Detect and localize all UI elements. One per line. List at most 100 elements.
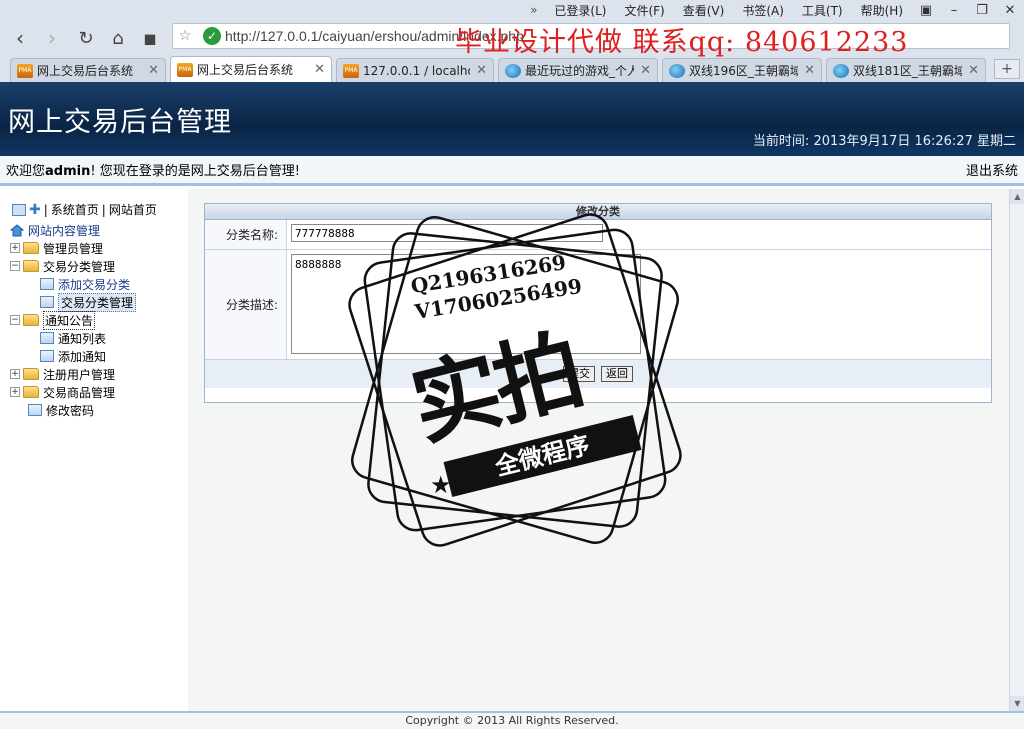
minimize-icon[interactable]: – xyxy=(940,3,968,18)
name-label: 分类名称: xyxy=(205,220,287,249)
menu-tools[interactable]: 工具(T) xyxy=(793,2,852,19)
welcome-prefix: 欢迎您 xyxy=(6,164,46,179)
star-icon[interactable]: ☆ xyxy=(173,28,197,44)
tab-1[interactable]: PMA 网上交易后台系统 ✕ xyxy=(10,58,166,82)
welcome-user: admin xyxy=(45,164,91,179)
folder-open-icon xyxy=(23,314,39,326)
tab-4[interactable]: 最近玩过的游戏_个人 ✕ xyxy=(498,58,658,82)
welcome-bar: 欢迎您admin! 您现在登录的是网上交易后台管理! 退出系统 xyxy=(0,156,1024,186)
menu-bookmarks[interactable]: 书签(A) xyxy=(733,2,793,19)
sidebar: ✚ | 系统首页 | 网站首页 网站内容管理 + 管理员管理 − 交易分类管理 … xyxy=(0,189,188,711)
tree-item-label: 修改密码 xyxy=(46,403,95,418)
close-window-icon[interactable]: ✕ xyxy=(996,3,1024,18)
menu-login[interactable]: 已登录(L) xyxy=(545,2,615,19)
tab-close-icon[interactable]: ✕ xyxy=(148,63,159,78)
pma-icon: PMA xyxy=(177,62,193,77)
bookmark-icon[interactable]: ◼ xyxy=(138,26,162,50)
welcome-suffix: ! 您现在登录的是网上交易后台管理! xyxy=(90,164,300,179)
scroll-down-icon[interactable]: ▼ xyxy=(1010,696,1024,711)
menu-file[interactable]: 文件(F) xyxy=(615,2,673,19)
tree-item-notice-list[interactable]: 通知列表 xyxy=(10,329,136,347)
tree-item-add-category[interactable]: 添加交易分类 xyxy=(10,275,136,293)
restore-icon[interactable]: ❐ xyxy=(968,3,996,18)
tab-close-icon[interactable]: ✕ xyxy=(968,63,979,78)
page-icon xyxy=(40,278,54,290)
tree-item-add-notice[interactable]: 添加通知 xyxy=(10,347,136,365)
tree-item-users[interactable]: + 注册用户管理 xyxy=(10,365,136,383)
minus-icon[interactable]: − xyxy=(10,315,20,325)
footer: Copyright © 2013 All Rights Reserved. xyxy=(0,711,1024,729)
reload-icon[interactable]: ↻ xyxy=(74,26,98,50)
site-home-link[interactable]: 网站首页 xyxy=(109,201,157,218)
tree-item-products[interactable]: + 交易商品管理 xyxy=(10,383,136,401)
browser-menubar: » 已登录(L) 文件(F) 查看(V) 书签(A) 工具(T) 帮助(H) ▣… xyxy=(522,0,1024,20)
plus-icon[interactable]: + xyxy=(10,369,20,379)
tree-item-label: 添加交易分类 xyxy=(58,277,131,292)
tab-2[interactable]: PMA 网上交易后台系统 ✕ xyxy=(170,56,332,82)
tab-label: 双线196区_王朝霸域_ xyxy=(689,64,799,78)
tree-item-label: 交易分类管理 xyxy=(43,259,116,274)
folder-open-icon xyxy=(23,260,39,272)
tree-item-category[interactable]: − 交易分类管理 xyxy=(10,257,136,275)
tree-root[interactable]: 网站内容管理 xyxy=(10,221,136,239)
separator: | xyxy=(101,202,106,217)
page-icon xyxy=(28,404,42,416)
tree-item-manage-category[interactable]: 交易分类管理 xyxy=(10,292,137,312)
admin-header: 网上交易后台管理 当前时间: 2013年9月17日 16:26:27 星期二 xyxy=(0,82,1024,156)
logout-link[interactable]: 退出系统 xyxy=(966,160,1018,179)
menu-view[interactable]: 查看(V) xyxy=(674,2,734,19)
tab-5[interactable]: 双线196区_王朝霸域_ ✕ xyxy=(662,58,822,82)
tree-item-admin[interactable]: + 管理员管理 xyxy=(10,239,136,257)
pma-icon: PMA xyxy=(343,63,359,78)
pma-icon: PMA xyxy=(17,63,33,78)
tree-item-label: 交易分类管理 xyxy=(58,292,137,312)
tab-strip: PMA 网上交易后台系统 ✕ PMA 网上交易后台系统 ✕ PMA 127.0.… xyxy=(0,56,1024,82)
tab-3[interactable]: PMA 127.0.0.1 / localhost / ✕ xyxy=(336,58,494,82)
desc-label: 分类描述: xyxy=(205,250,287,359)
folder-icon xyxy=(23,368,39,380)
plus-icon[interactable]: + xyxy=(10,387,20,397)
tree-item-notice[interactable]: − 通知公告 xyxy=(10,310,136,330)
forward-arrow-icon[interactable]: › xyxy=(40,26,64,50)
tree-item-label: 交易商品管理 xyxy=(43,385,116,400)
menu-help[interactable]: 帮助(H) xyxy=(852,2,912,19)
expand-all-icon[interactable]: ✚ xyxy=(29,202,41,218)
tab-6[interactable]: 双线181区_王朝霸域_ ✕ xyxy=(826,58,986,82)
tree-item-label: 管理员管理 xyxy=(43,241,104,256)
system-home-link[interactable]: 系统首页 xyxy=(51,201,99,218)
security-shield-icon: ✓ xyxy=(203,27,221,45)
tree-item-label: 通知列表 xyxy=(58,331,107,346)
page-icon xyxy=(40,350,54,362)
page-icon xyxy=(40,296,54,308)
skin-icon[interactable]: ▣ xyxy=(912,3,940,18)
globe-icon xyxy=(833,63,849,78)
tree-item-label: 注册用户管理 xyxy=(43,367,116,382)
tab-label: 网上交易后台系统 xyxy=(37,64,134,78)
tab-close-icon[interactable]: ✕ xyxy=(804,63,815,78)
tree-root-label: 网站内容管理 xyxy=(28,223,101,238)
plus-icon[interactable]: + xyxy=(10,243,20,253)
menu-overflow-icon[interactable]: » xyxy=(522,3,545,17)
watermark-banner: 毕业设计代做 联系qq: 840612233 xyxy=(455,27,909,58)
minus-icon[interactable]: − xyxy=(10,261,20,271)
new-tab-button[interactable]: + xyxy=(994,59,1020,79)
tab-label: 网上交易后台系统 xyxy=(197,63,294,77)
collapse-all-icon[interactable] xyxy=(12,203,26,216)
home-icon[interactable]: ⌂ xyxy=(106,26,130,50)
tab-close-icon[interactable]: ✕ xyxy=(476,63,487,78)
back-arrow-icon[interactable]: ‹ xyxy=(8,26,32,50)
tree-item-password[interactable]: 修改密码 xyxy=(10,401,136,419)
globe-icon xyxy=(505,63,521,78)
globe-icon xyxy=(669,63,685,78)
separator: | xyxy=(43,202,48,217)
tab-label: 双线181区_王朝霸域_ xyxy=(853,64,963,78)
tab-label: 最近玩过的游戏_个人 xyxy=(525,64,635,78)
vertical-scrollbar[interactable]: ▲ ▼ xyxy=(1009,189,1024,711)
tab-close-icon[interactable]: ✕ xyxy=(640,63,651,78)
scroll-up-icon[interactable]: ▲ xyxy=(1010,189,1024,204)
welcome-text: 欢迎您admin! 您现在登录的是网上交易后台管理! xyxy=(6,160,300,179)
time-label: 当前时间: xyxy=(752,134,810,149)
tree-item-label: 通知公告 xyxy=(43,310,96,330)
time-value: 2013年9月17日 16:26:27 星期二 xyxy=(813,134,1016,149)
tab-close-icon[interactable]: ✕ xyxy=(314,62,325,77)
